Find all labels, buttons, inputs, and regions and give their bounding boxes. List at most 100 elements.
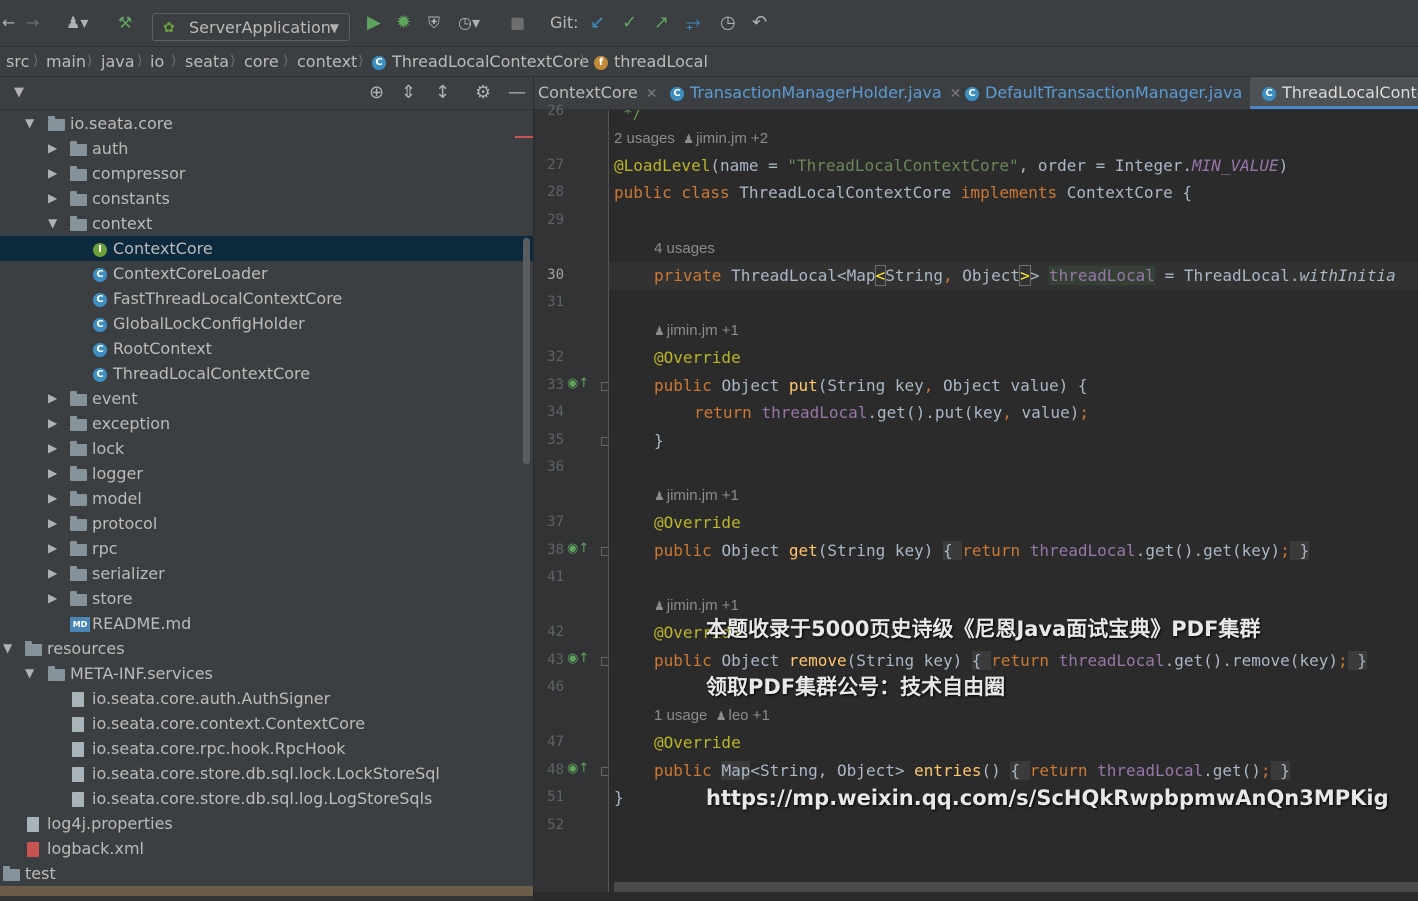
tree-item[interactable]: ▶ logger bbox=[0, 461, 533, 486]
tree-item[interactable]: ▼ context bbox=[0, 211, 533, 236]
build-hammer-icon[interactable]: ⚒ bbox=[118, 10, 132, 36]
chevron-right-icon[interactable]: ▶ bbox=[48, 386, 57, 411]
implements-method-icon[interactable]: ◉↑ bbox=[567, 541, 589, 556]
expand-all-icon[interactable]: ⇕ bbox=[401, 82, 416, 103]
collapse-all-icon[interactable]: ↕ bbox=[435, 82, 450, 103]
tree-horizontal-scrollbar[interactable] bbox=[0, 886, 533, 901]
debug-icon[interactable]: ✹ bbox=[396, 10, 411, 36]
rollback-icon[interactable]: ↶ bbox=[752, 10, 767, 36]
tree-item[interactable]: io.seata.core.auth.AuthSigner bbox=[0, 686, 533, 711]
chevron-right-icon[interactable]: ▶ bbox=[48, 161, 57, 186]
git-merge-icon[interactable]: ⥅ bbox=[686, 10, 700, 36]
breadcrumb-item-class[interactable]: C ThreadLocalContextCore bbox=[372, 47, 589, 76]
profile-icon[interactable]: ◷▾ bbox=[458, 10, 480, 36]
breadcrumb-item[interactable]: core bbox=[244, 47, 279, 76]
implements-method-icon[interactable]: ◉↑ bbox=[567, 761, 589, 776]
usages-hint[interactable]: 1 usage ♟ leo +1 bbox=[654, 707, 770, 724]
chevron-right-icon[interactable]: ▶ bbox=[48, 536, 57, 561]
breadcrumb-item[interactable]: main bbox=[46, 47, 86, 76]
author-hint[interactable]: ♟ jimin.jm +1 bbox=[654, 597, 739, 614]
code-editor[interactable]: */ 2 usages ♟ jimin.jm +2 @LoadLevel(name… bbox=[609, 110, 1418, 901]
chevron-right-icon[interactable]: ▶ bbox=[48, 186, 57, 211]
tree-item[interactable]: ▼ io.seata.core bbox=[0, 111, 533, 136]
tree-item[interactable]: ▶ constants bbox=[0, 186, 533, 211]
tab-transactionmanagerholder[interactable]: C TransactionManagerHolder.java ✕ bbox=[670, 77, 961, 109]
tree-item[interactable]: C ThreadLocalContextCore bbox=[0, 361, 533, 386]
tree-item-selected[interactable]: I ContextCore bbox=[0, 236, 533, 261]
tree-item[interactable]: ▶ rpc bbox=[0, 536, 533, 561]
tree-item[interactable]: ▼ resources bbox=[0, 636, 533, 661]
run-icon[interactable]: ▶ bbox=[367, 10, 381, 36]
tree-item[interactable]: ▶ lock bbox=[0, 436, 533, 461]
stop-icon[interactable]: ■ bbox=[510, 10, 525, 36]
tree-item[interactable]: ▼ META-INF.services bbox=[0, 661, 533, 686]
run-configuration-select[interactable]: ✿ ServerApplication ▼ bbox=[152, 13, 350, 41]
close-icon[interactable]: ✕ bbox=[950, 86, 962, 102]
implements-method-icon[interactable]: ◉↑ bbox=[567, 376, 589, 391]
coverage-icon[interactable]: ⛨ bbox=[428, 10, 440, 36]
tab-defaulttransactionmanager[interactable]: CDefaultTransactionManager.java✕ bbox=[965, 77, 1262, 109]
tree-item[interactable]: C RootContext bbox=[0, 336, 533, 361]
tree-item[interactable]: logback.xml bbox=[0, 836, 533, 861]
tab-threadlocalcontextcore[interactable]: C ThreadLocalConte bbox=[1250, 77, 1418, 109]
forward-arrow-icon[interactable]: → bbox=[26, 10, 39, 36]
breadcrumb-item[interactable]: java bbox=[101, 47, 135, 76]
tree-item[interactable]: ▶ store bbox=[0, 586, 533, 611]
tree-item[interactable]: io.seata.core.store.db.sql.lock.LockStor… bbox=[0, 761, 533, 786]
tree-item[interactable]: ▶ exception bbox=[0, 411, 533, 436]
tree-item[interactable]: io.seata.core.store.db.sql.log.LogStoreS… bbox=[0, 786, 533, 811]
breadcrumb-item[interactable]: io bbox=[150, 47, 164, 76]
chevron-down-icon[interactable]: ▼ bbox=[48, 211, 57, 236]
git-commit-icon[interactable]: ✓ bbox=[622, 10, 637, 36]
chevron-down-icon[interactable]: ▼ bbox=[25, 661, 34, 686]
gear-icon[interactable]: ⚙ bbox=[475, 82, 491, 103]
chevron-right-icon[interactable]: ▶ bbox=[48, 136, 57, 161]
tree-item[interactable]: ▶ serializer bbox=[0, 561, 533, 586]
close-icon[interactable]: ✕ bbox=[646, 86, 658, 102]
usages-hint[interactable]: 2 usages ♟ jimin.jm +2 bbox=[614, 130, 768, 147]
tree-vertical-scrollbar[interactable] bbox=[523, 238, 530, 464]
tree-item[interactable]: C ContextCoreLoader bbox=[0, 261, 533, 286]
minimize-icon[interactable]: — bbox=[508, 82, 526, 103]
tree-item[interactable]: C GlobalLockConfigHolder bbox=[0, 311, 533, 336]
back-arrow-icon[interactable]: ← bbox=[2, 10, 15, 36]
tree-item[interactable]: ▶ model bbox=[0, 486, 533, 511]
implements-method-icon[interactable]: ◉↑ bbox=[567, 651, 589, 666]
chevron-down-icon[interactable]: ▼ bbox=[25, 111, 34, 136]
breadcrumb-item[interactable]: src bbox=[6, 47, 29, 76]
line-number: 36 bbox=[547, 459, 564, 475]
breadcrumb-item[interactable]: context bbox=[297, 47, 357, 76]
breadcrumb-item-field[interactable]: f threadLocal bbox=[594, 47, 708, 76]
panel-menu-chevron-icon[interactable]: ▼ bbox=[14, 85, 24, 100]
breadcrumb-item[interactable]: seata bbox=[185, 47, 229, 76]
tree-item[interactable]: test bbox=[0, 861, 533, 886]
chevron-right-icon[interactable]: ▶ bbox=[48, 486, 57, 511]
chevron-right-icon[interactable]: ▶ bbox=[48, 511, 57, 536]
chevron-right-icon[interactable]: ▶ bbox=[48, 411, 57, 436]
tree-item-label: README.md bbox=[92, 614, 192, 633]
tree-item[interactable]: log4j.properties bbox=[0, 811, 533, 836]
chevron-right-icon[interactable]: ▶ bbox=[48, 461, 57, 486]
tree-item[interactable]: ▶ protocol bbox=[0, 511, 533, 536]
user-icon[interactable]: ♟▾ bbox=[66, 10, 88, 36]
git-update-icon[interactable]: ↙ bbox=[590, 10, 605, 36]
tree-item[interactable]: C FastThreadLocalContextCore bbox=[0, 286, 533, 311]
line-number-gutter: 26 27 28 29 30 31 32 33 34 35 36 37 38 4… bbox=[534, 103, 610, 901]
editor-horizontal-scrollbar[interactable] bbox=[614, 882, 1418, 892]
tree-item[interactable]: MD README.md bbox=[0, 611, 533, 636]
tree-item[interactable]: io.seata.core.rpc.hook.RpcHook bbox=[0, 736, 533, 761]
usages-hint[interactable]: 4 usages bbox=[654, 240, 715, 257]
chevron-right-icon[interactable]: ▶ bbox=[48, 561, 57, 586]
chevron-down-icon[interactable]: ▼ bbox=[3, 636, 12, 661]
tree-item[interactable]: ▶ compressor bbox=[0, 161, 533, 186]
author-hint[interactable]: ♟ jimin.jm +1 bbox=[654, 487, 739, 504]
git-push-icon[interactable]: ↗ bbox=[654, 10, 669, 36]
author-hint[interactable]: ♟ jimin.jm +1 bbox=[654, 322, 739, 339]
chevron-right-icon[interactable]: ▶ bbox=[48, 436, 57, 461]
tree-item[interactable]: io.seata.core.context.ContextCore bbox=[0, 711, 533, 736]
locate-target-icon[interactable]: ⊕ bbox=[369, 82, 384, 103]
chevron-right-icon[interactable]: ▶ bbox=[48, 586, 57, 611]
tree-item[interactable]: ▶ event bbox=[0, 386, 533, 411]
tree-item[interactable]: ▶ auth bbox=[0, 136, 533, 161]
history-clock-icon[interactable]: ◷ bbox=[720, 10, 736, 36]
